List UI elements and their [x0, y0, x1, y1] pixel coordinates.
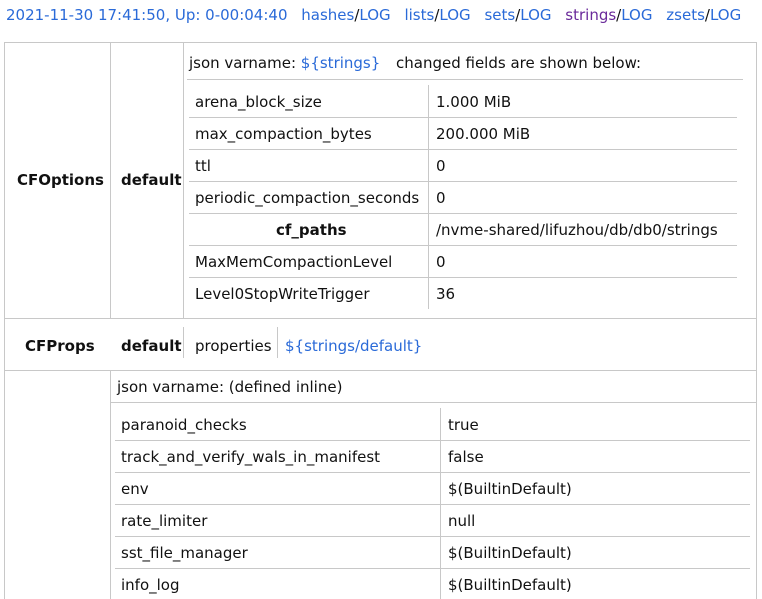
dbopt-value: null [448, 512, 476, 530]
nav-log-hashes[interactable]: LOG [359, 6, 390, 24]
dbopt-key: sst_file_manager [121, 544, 248, 562]
nav-sets: sets/LOG [484, 6, 551, 24]
cfoption-key: periodic_compaction_seconds [195, 189, 420, 207]
dbopt-value: true [448, 416, 479, 434]
status-bar: 2021-11-30 17:41:50, Up: 0-00:04:40 hash… [6, 6, 741, 24]
nav-log-strings[interactable]: LOG [621, 6, 652, 24]
nav-zsets: zsets/LOG [666, 6, 741, 24]
cfoption-value: 0 [436, 189, 446, 207]
cfoption-key: ttl [195, 157, 211, 175]
nav-lists: lists/LOG [404, 6, 470, 24]
cfoptions-json-varname: json varname: ${strings} [189, 54, 380, 72]
nav-link-strings[interactable]: strings [565, 6, 616, 24]
cfoption-value: 0 [436, 157, 446, 175]
dbopt-key: env [121, 480, 149, 498]
cfprops-cf-name: default [121, 337, 182, 355]
cfoption-key: arena_block_size [195, 93, 322, 111]
cfoption-key: max_compaction_bytes [195, 125, 372, 143]
cfoption-value: 1.000 MiB [436, 93, 512, 111]
nav-log-sets[interactable]: LOG [520, 6, 551, 24]
properties-link[interactable]: ${strings/default} [285, 337, 422, 355]
nav-log-zsets[interactable]: LOG [710, 6, 741, 24]
cfoption-value: /nvme-shared/lifuzhou/db/db0/strings [436, 221, 718, 239]
cfoption-key: MaxMemCompactionLevel [195, 253, 393, 271]
changed-fields-note: changed fields are shown below: [396, 54, 642, 72]
dbopts-json-varname: json varname: (defined inline) [117, 378, 343, 396]
dbopt-value: false [448, 448, 484, 466]
nav-link-sets[interactable]: sets [484, 6, 515, 24]
dbopt-key: paranoid_checks [121, 416, 247, 434]
nav-log-lists[interactable]: LOG [439, 6, 470, 24]
uptime: , Up: 0-00:04:40 [165, 6, 288, 24]
dbopt-value: $(BuiltinDefault) [448, 544, 572, 562]
json-varname-link[interactable]: ${strings} [301, 54, 381, 72]
nav-link-zsets[interactable]: zsets [666, 6, 705, 24]
cfoption-value: 0 [436, 253, 446, 271]
dbopt-value: $(BuiltinDefault) [448, 576, 572, 594]
options-table: CFOptions default json varname: ${string… [4, 42, 757, 599]
properties-label: properties [195, 337, 272, 355]
dbopt-key: info_log [121, 576, 180, 594]
dbopt-key: track_and_verify_wals_in_manifest [121, 448, 381, 466]
nav-hashes: hashes/LOG [301, 6, 390, 24]
cfprops-label: CFProps [25, 337, 95, 355]
dbopt-key: rate_limiter [121, 512, 208, 530]
cfoptions-cf-name: default [121, 171, 182, 189]
cfoption-value: 200.000 MiB [436, 125, 531, 143]
nav-strings: strings/LOG [565, 6, 652, 24]
timestamp: 2021-11-30 17:41:50 [6, 6, 166, 24]
cfoptions-label: CFOptions [17, 171, 104, 189]
json-varname-label: json varname: [189, 54, 296, 72]
cfoption-key: cf_paths [276, 221, 347, 239]
cfoption-key: Level0StopWriteTrigger [195, 285, 370, 303]
nav-link-lists[interactable]: lists [404, 6, 434, 24]
dbopt-value: $(BuiltinDefault) [448, 480, 572, 498]
nav-link-hashes[interactable]: hashes [301, 6, 354, 24]
cfoption-value: 36 [436, 285, 456, 303]
